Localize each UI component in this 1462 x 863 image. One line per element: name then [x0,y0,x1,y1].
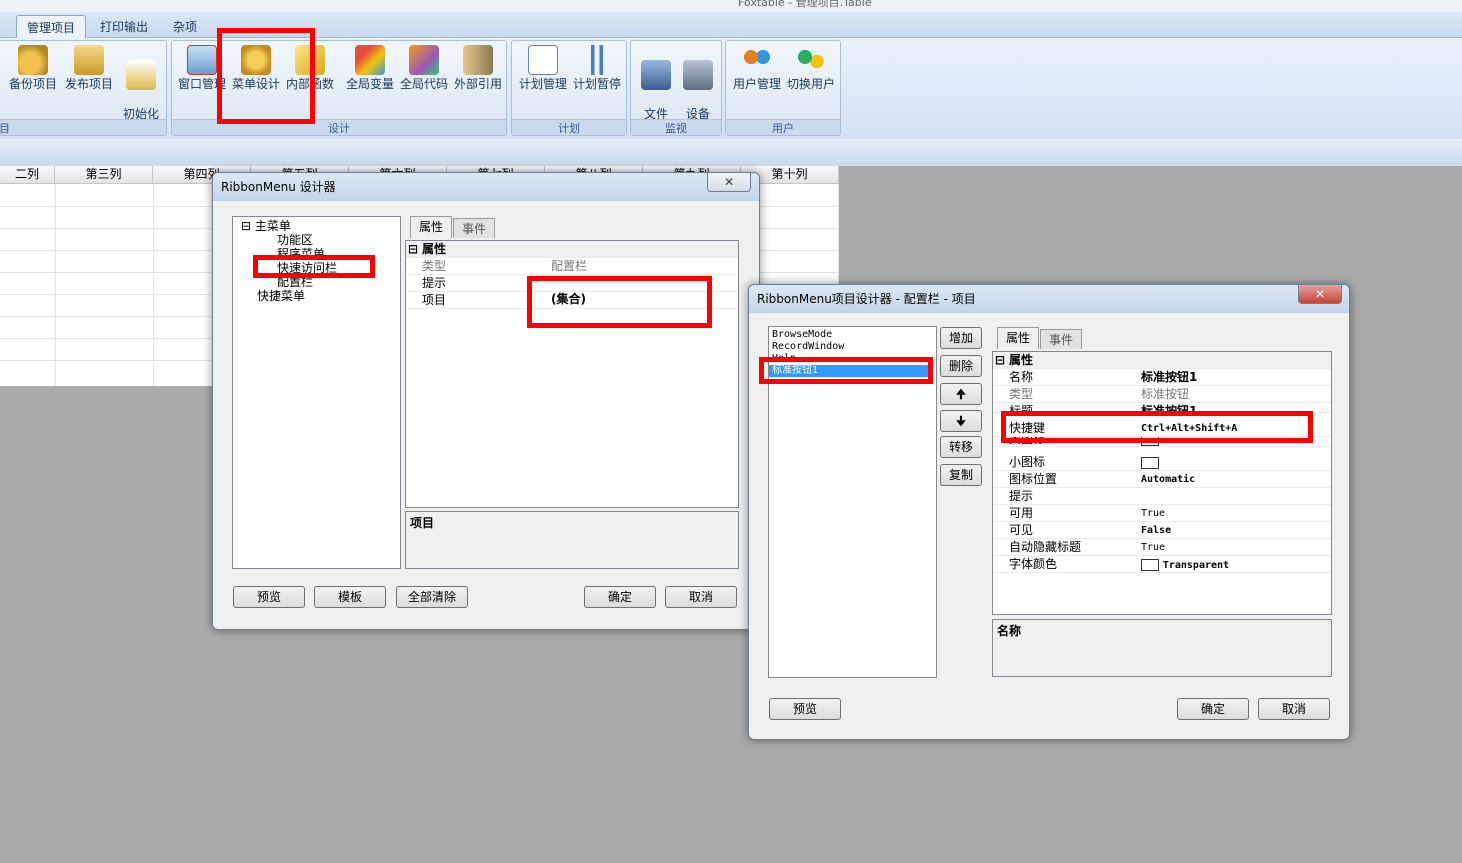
ribbon-group-label: 目 [0,119,166,135]
copy-button[interactable]: 复制 [940,464,982,486]
users-icon [742,45,772,75]
move-up-button[interactable]: 🠉 [940,383,982,405]
device-icon [683,60,713,90]
tab-manage-project[interactable]: 管理项目 [16,15,87,38]
highlight-annotation [1001,411,1313,443]
global-variable-button[interactable]: 全局变量 [344,45,396,92]
preview-button[interactable]: 预览 [233,586,305,608]
pause-icon [582,45,612,75]
switch-user-icon [796,45,826,75]
calendar-icon [528,45,558,75]
cancel-button[interactable]: 取消 [1258,698,1330,720]
tree-root-context-menu[interactable]: 快捷菜单 [257,289,305,303]
add-button[interactable]: 增加 [940,327,982,349]
ribbonmenu-item-designer-dialog: RibbonMenu项目设计器 - 配置栏 - 项目 ✕ BrowseMode … [748,284,1350,740]
delete-button[interactable]: 删除 [940,355,982,377]
publish-icon [74,45,104,75]
tab-properties[interactable]: 属性 [410,216,452,238]
window-icon [187,45,217,75]
close-button[interactable]: ✕ [707,173,751,192]
highlight-annotation [253,255,375,278]
monitor-icon [641,60,671,90]
property-section: ⊟ 属性 [993,352,1331,369]
user-manage-button[interactable]: 用户管理 [730,45,784,92]
ribbon-group-label: 监视 [631,119,721,135]
formula-bar [0,139,1462,166]
tab-misc[interactable]: 杂项 [163,15,207,38]
switch-user-button[interactable]: 切换用户 [784,45,838,92]
ribbon-group-plan: 计划管理 计划暂停 计划 [511,40,627,136]
color-swatch[interactable] [1141,558,1159,571]
books-icon [463,45,493,75]
list-item[interactable]: RecordWindow [772,341,844,353]
property-section: ⊟ 属性 [406,241,738,258]
highlight-annotation [217,28,315,124]
close-button[interactable]: ✕ [1298,285,1342,304]
property-row[interactable]: 图标位置 Automatic [993,471,1331,488]
tab-events[interactable]: 事件 [1040,329,1082,349]
ribbon-group-project: 备份项目 发布项目 初始化 项目 目 [0,40,167,136]
ribbon-group-label: 计划 [512,119,626,135]
ok-button[interactable]: 确定 [1177,698,1249,720]
checkbox[interactable] [1141,454,1159,471]
property-row[interactable]: 小图标 [993,454,1331,471]
plan-manage-button[interactable]: 计划管理 [516,45,570,92]
property-row[interactable]: 名称 标准按钮1 [993,369,1331,386]
ribbonmenu-designer-dialog: RibbonMenu 设计器 ✕ ⊟ 主菜单 功能区 程序菜单 快速访问栏 配置… [212,172,760,630]
ribbon-group-label: 用户 [726,119,840,135]
list-item[interactable]: BrowseMode [772,329,832,341]
code-icon [409,45,439,75]
property-row[interactable]: 字体颜色 Transparent [993,556,1331,573]
preview-button[interactable]: 预览 [769,698,841,720]
init-icon [126,60,156,90]
column-header[interactable]: 二列 [0,166,55,184]
tab-properties[interactable]: 属性 [997,327,1039,349]
tree-root-main-menu[interactable]: ⊟ 主菜单 [241,219,291,233]
app-title-bar: Foxtable - 管理项目.Table [0,0,1462,12]
ribbon-group-user: 用户管理 切换用户 用户 [725,40,841,136]
property-row[interactable]: 提示 [993,488,1331,505]
property-grid: ⊟ 属性 名称 标准按钮1 类型 标准按钮 标题 标准按钮1 快捷键 Ctrl+Alt+S… [992,351,1332,615]
tab-print-output[interactable]: 打印输出 [90,15,158,38]
tab-events[interactable]: 事件 [453,218,495,238]
property-description: 名称 [992,619,1332,677]
backup-project-button[interactable]: 备份项目 [7,45,59,92]
transfer-button[interactable]: 转移 [940,436,982,458]
highlight-annotation [527,276,712,328]
dialog-title: RibbonMenu项目设计器 - 配置栏 - 项目 [749,285,1349,313]
template-button[interactable]: 模板 [314,586,386,608]
property-row[interactable]: 自动隐藏标题 True [993,539,1331,556]
dialog-title: RibbonMenu 设计器 [213,173,759,201]
clear-all-button[interactable]: 全部清除 [396,586,468,608]
ribbon-group-monitor: 文件 监视器 设备 监视器 监视 [630,40,722,136]
property-description: 项目 [405,511,739,569]
property-row[interactable]: 可见 False [993,522,1331,539]
publish-project-button[interactable]: 发布项目 [63,45,115,92]
external-reference-button[interactable]: 外部引用 [452,45,504,92]
tree-item-ribbon[interactable]: 功能区 [277,233,313,247]
backup-icon [18,45,48,75]
property-row-type[interactable]: 类型 配置栏 [406,258,738,275]
global-code-button[interactable]: 全局代码 [398,45,450,92]
property-row[interactable]: 可用 True [993,505,1331,522]
variable-icon [355,45,385,75]
plan-pause-button[interactable]: 计划暂停 [570,45,624,92]
column-header[interactable]: 第三列 [55,166,153,184]
ok-button[interactable]: 确定 [584,586,656,608]
property-row[interactable]: 类型 标准按钮 [993,386,1331,403]
app-title: Foxtable - 管理项目.Table [738,0,872,9]
cancel-button[interactable]: 取消 [665,586,737,608]
move-down-button[interactable]: 🠋 [940,410,982,432]
highlight-annotation [759,357,933,384]
